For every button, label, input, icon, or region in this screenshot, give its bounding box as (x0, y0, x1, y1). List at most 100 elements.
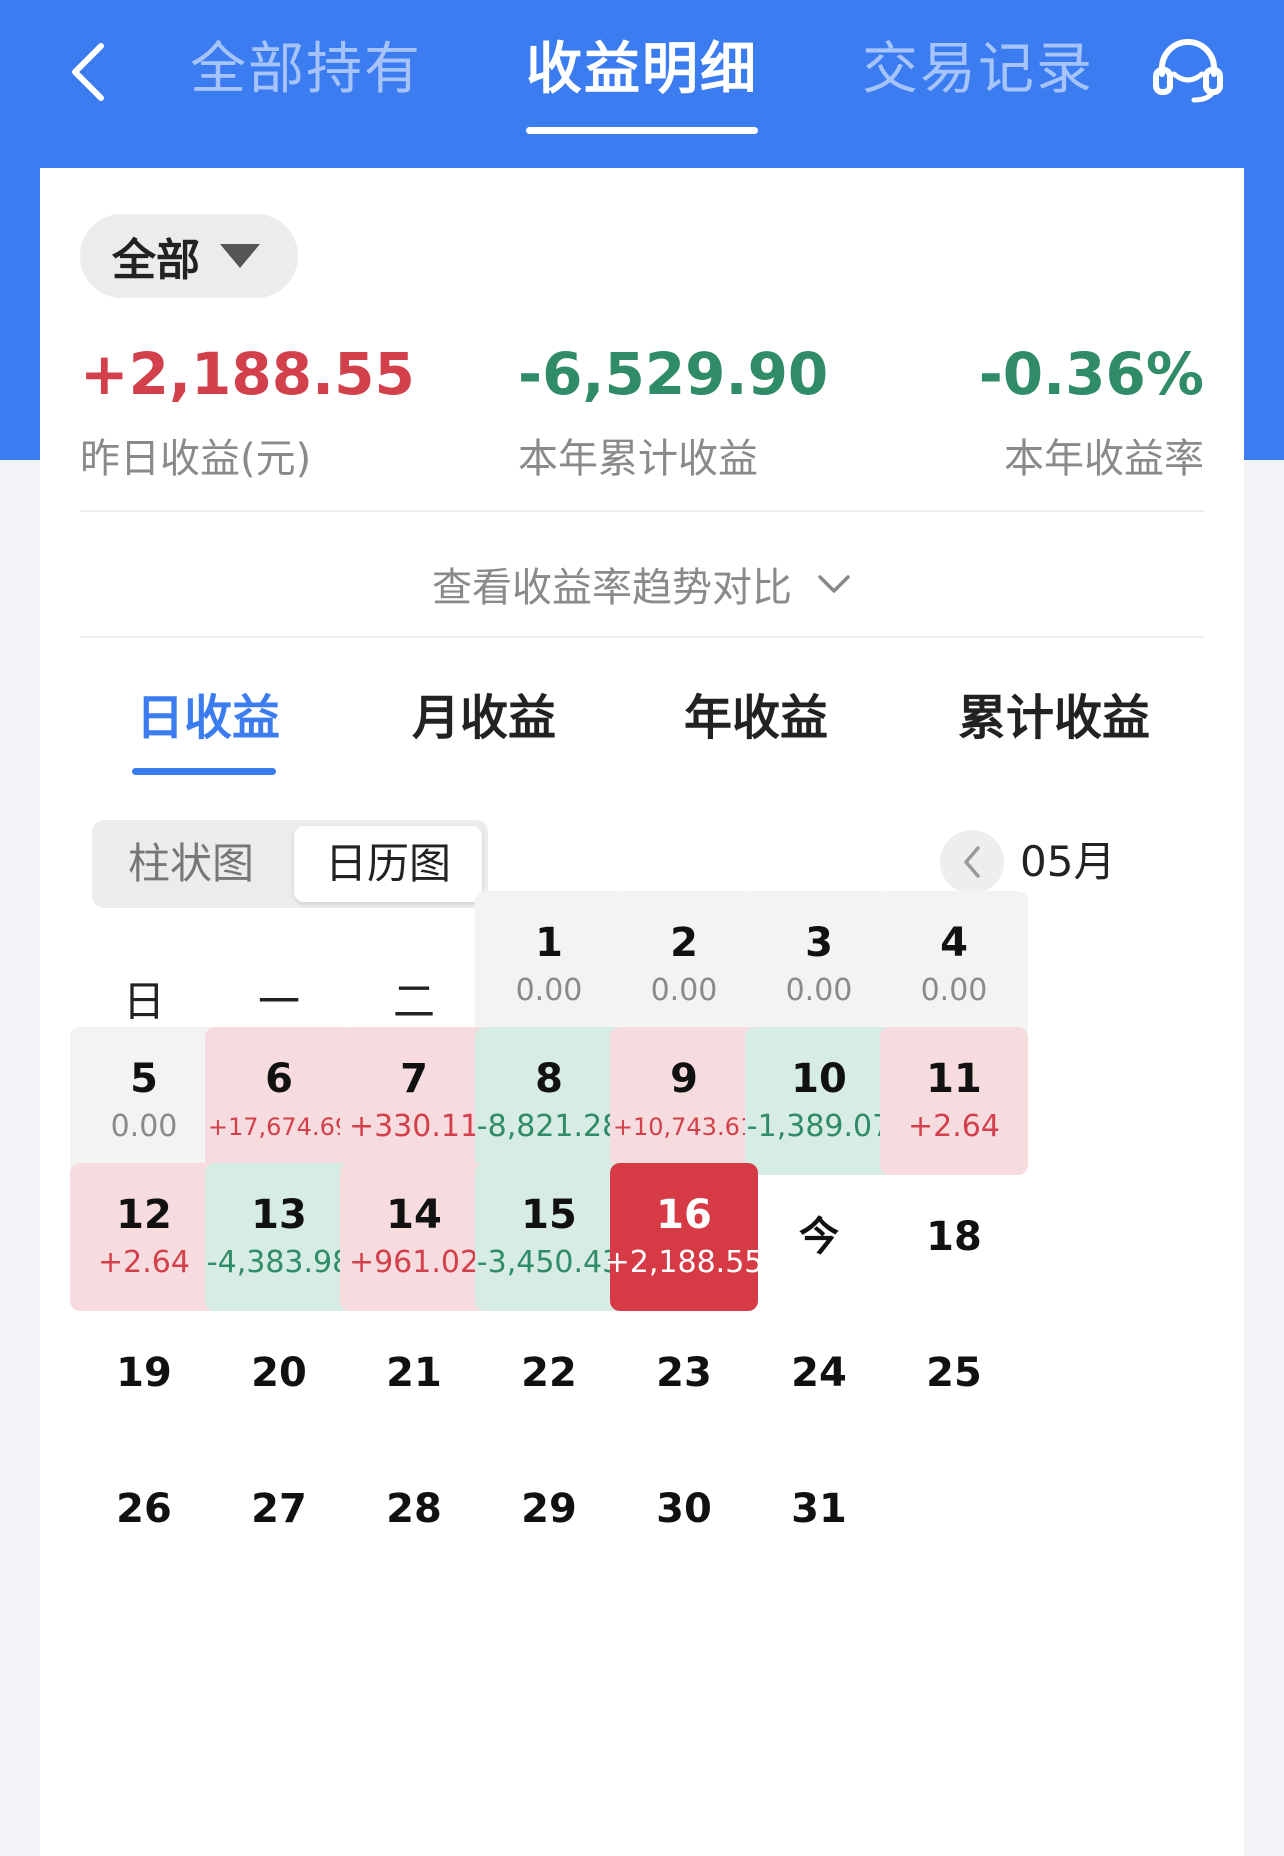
calendar-day-number: 15 (521, 1192, 577, 1238)
calendar-day-number: 1 (535, 920, 563, 966)
calendar-day-cell[interactable]: 10 -1,389.07 (745, 1027, 893, 1175)
calendar-day-earnings: 0.00 (920, 973, 988, 1008)
chevron-down-icon (818, 575, 850, 593)
calendar-day-number: 5 (130, 1056, 158, 1102)
tab-holdings[interactable]: 全部持有 (190, 30, 422, 110)
calendar-day-earnings: 0.00 (650, 973, 718, 1008)
calendar-day-cell[interactable]: 20 (205, 1299, 353, 1447)
calendar-day-cell[interactable]: 8 -8,821.28 (475, 1027, 623, 1175)
calendar-day-earnings: -1,389.07 (746, 1109, 892, 1144)
calendar-day-cell[interactable]: 31 (745, 1435, 893, 1583)
trend-comparison-label: 查看收益率趋势对比 (432, 565, 792, 611)
divider (80, 510, 1204, 512)
calendar-day-earnings: 0.00 (110, 1109, 178, 1144)
calendar-day-number: 11 (926, 1056, 982, 1102)
top-navigation: 全部持有 收益明细 交易记录 (0, 0, 1284, 140)
calendar-day-cell[interactable]: 15 -3,450.43 (475, 1163, 623, 1311)
calendar-day-cell[interactable]: 13 -4,383.98 (205, 1163, 353, 1311)
tab-trade-records[interactable]: 交易记录 (862, 30, 1094, 110)
calendar-day-cell[interactable]: 21 (340, 1299, 488, 1447)
calendar-day-cell[interactable]: 24 (745, 1299, 893, 1447)
calendar-day-number: 10 (791, 1056, 847, 1102)
calendar-day-cell[interactable]: 19 (70, 1299, 218, 1447)
calendar-day-number: 19 (116, 1350, 172, 1396)
calendar-day-number: 13 (251, 1192, 307, 1238)
headset-icon (1153, 39, 1223, 103)
calendar-day-number: 23 (656, 1350, 712, 1396)
calendar-day-number: 27 (251, 1486, 307, 1532)
calendar-day-earnings: +10,743.61 (612, 1113, 756, 1141)
calendar-day-number: 6 (265, 1056, 293, 1102)
calendar-day-cell[interactable]: 1 0.00 (475, 891, 623, 1039)
chevron-left-icon (72, 43, 104, 101)
calendar-day-number: 21 (386, 1350, 442, 1396)
calendar-day-cell[interactable]: 22 (475, 1299, 623, 1447)
weekday-label: 二 (392, 977, 435, 1026)
tab-monthly-earnings[interactable]: 月收益 (412, 678, 556, 758)
calendar-day-cell[interactable]: 16 +2,188.55 (605, 1163, 763, 1311)
calendar-day-cell[interactable]: 26 (70, 1435, 218, 1583)
calendar-day-number: 12 (116, 1192, 172, 1238)
calendar-day-number: 29 (521, 1486, 577, 1532)
calendar-day-number: 25 (926, 1350, 982, 1396)
calendar-day-number: 7 (400, 1056, 428, 1102)
calendar-day-cell[interactable]: 30 (610, 1435, 758, 1583)
calendar-day-cell[interactable]: 3 0.00 (745, 891, 893, 1039)
previous-month-button[interactable] (940, 830, 1004, 894)
yesterday-earnings-label: 昨日收益(元) (80, 436, 312, 482)
calendar-day-earnings: +17,674.69 (207, 1113, 351, 1141)
calendar-day-cell[interactable]: 25 (880, 1299, 1028, 1447)
trend-comparison-link[interactable]: 查看收益率趋势对比 (40, 544, 1244, 624)
tab-daily-earnings[interactable]: 日收益 (136, 678, 280, 758)
calendar-day-cell[interactable]: 7 +330.11 (340, 1027, 488, 1175)
weekday-label: 一 (257, 977, 300, 1026)
calendar-day-cell[interactable]: 14 +961.02 (340, 1163, 488, 1311)
calendar-day-number: 9 (670, 1056, 698, 1102)
calendar-day-number: 31 (791, 1486, 847, 1532)
calendar-day-number: 20 (251, 1350, 307, 1396)
calendar-day-earnings: +2.64 (98, 1245, 190, 1280)
calendar-day-cell[interactable]: 11 +2.64 (880, 1027, 1028, 1175)
calendar-day-cell[interactable]: 2 0.00 (610, 891, 758, 1039)
calendar-day-cell[interactable]: 5 0.00 (70, 1027, 218, 1175)
calendar-day-number: 14 (386, 1192, 442, 1238)
divider (80, 636, 1204, 638)
period-tab-indicator (132, 768, 276, 775)
earnings-card: 全部 +2,188.55 昨日收益(元) -6,529.90 本年累计收益 -0… (40, 168, 1244, 1856)
calendar-day-cell[interactable]: 6 +17,674.69 (205, 1027, 353, 1175)
calendar-day-number: 24 (791, 1350, 847, 1396)
calendar-view-option[interactable]: 日历图 (294, 826, 482, 902)
calendar-day-earnings: -4,383.98 (206, 1245, 352, 1280)
active-tab-indicator (526, 127, 758, 134)
customer-service-button[interactable] (1148, 30, 1228, 110)
year-rate-label: 本年收益率 (1004, 436, 1204, 482)
calendar-day-number: 26 (116, 1486, 172, 1532)
calendar-day-cell[interactable]: 4 0.00 (880, 891, 1028, 1039)
calendar-day-cell[interactable]: 27 (205, 1435, 353, 1583)
calendar-day-number: 28 (386, 1486, 442, 1532)
calendar-day-cell[interactable]: 23 (610, 1299, 758, 1447)
calendar-day-number: 2 (670, 920, 698, 966)
bar-chart-view-option[interactable]: 柱状图 (98, 826, 284, 902)
tab-yearly-earnings[interactable]: 年收益 (684, 678, 828, 758)
calendar-day-cell[interactable]: 12 +2.64 (70, 1163, 218, 1311)
yesterday-earnings-value: +2,188.55 (80, 340, 415, 408)
calendar-day-number: 3 (805, 920, 833, 966)
calendar-day-cell[interactable]: 29 (475, 1435, 623, 1583)
calendar-day-cell[interactable]: 9 +10,743.61 (610, 1027, 758, 1175)
calendar-day-earnings: -3,450.43 (476, 1245, 622, 1280)
back-button[interactable] (52, 32, 122, 112)
calendar-day-cell[interactable]: 18 (880, 1163, 1028, 1311)
tab-cumulative-earnings[interactable]: 累计收益 (958, 678, 1150, 758)
account-filter-dropdown[interactable]: 全部 (80, 214, 298, 298)
year-total-label: 本年累计收益 (518, 436, 758, 482)
calendar-day-earnings: 0.00 (515, 973, 583, 1008)
filter-label: 全部 (112, 235, 200, 286)
calendar-day-earnings: -8,821.28 (476, 1109, 622, 1144)
calendar-day-cell[interactable]: 今 (745, 1163, 893, 1311)
calendar-day-earnings: +961.02 (348, 1245, 480, 1280)
tab-earnings-detail[interactable]: 收益明细 (526, 30, 758, 110)
calendar-day-number: 4 (940, 920, 968, 966)
calendar-day-cell[interactable]: 28 (340, 1435, 488, 1583)
chevron-left-icon (964, 846, 980, 878)
